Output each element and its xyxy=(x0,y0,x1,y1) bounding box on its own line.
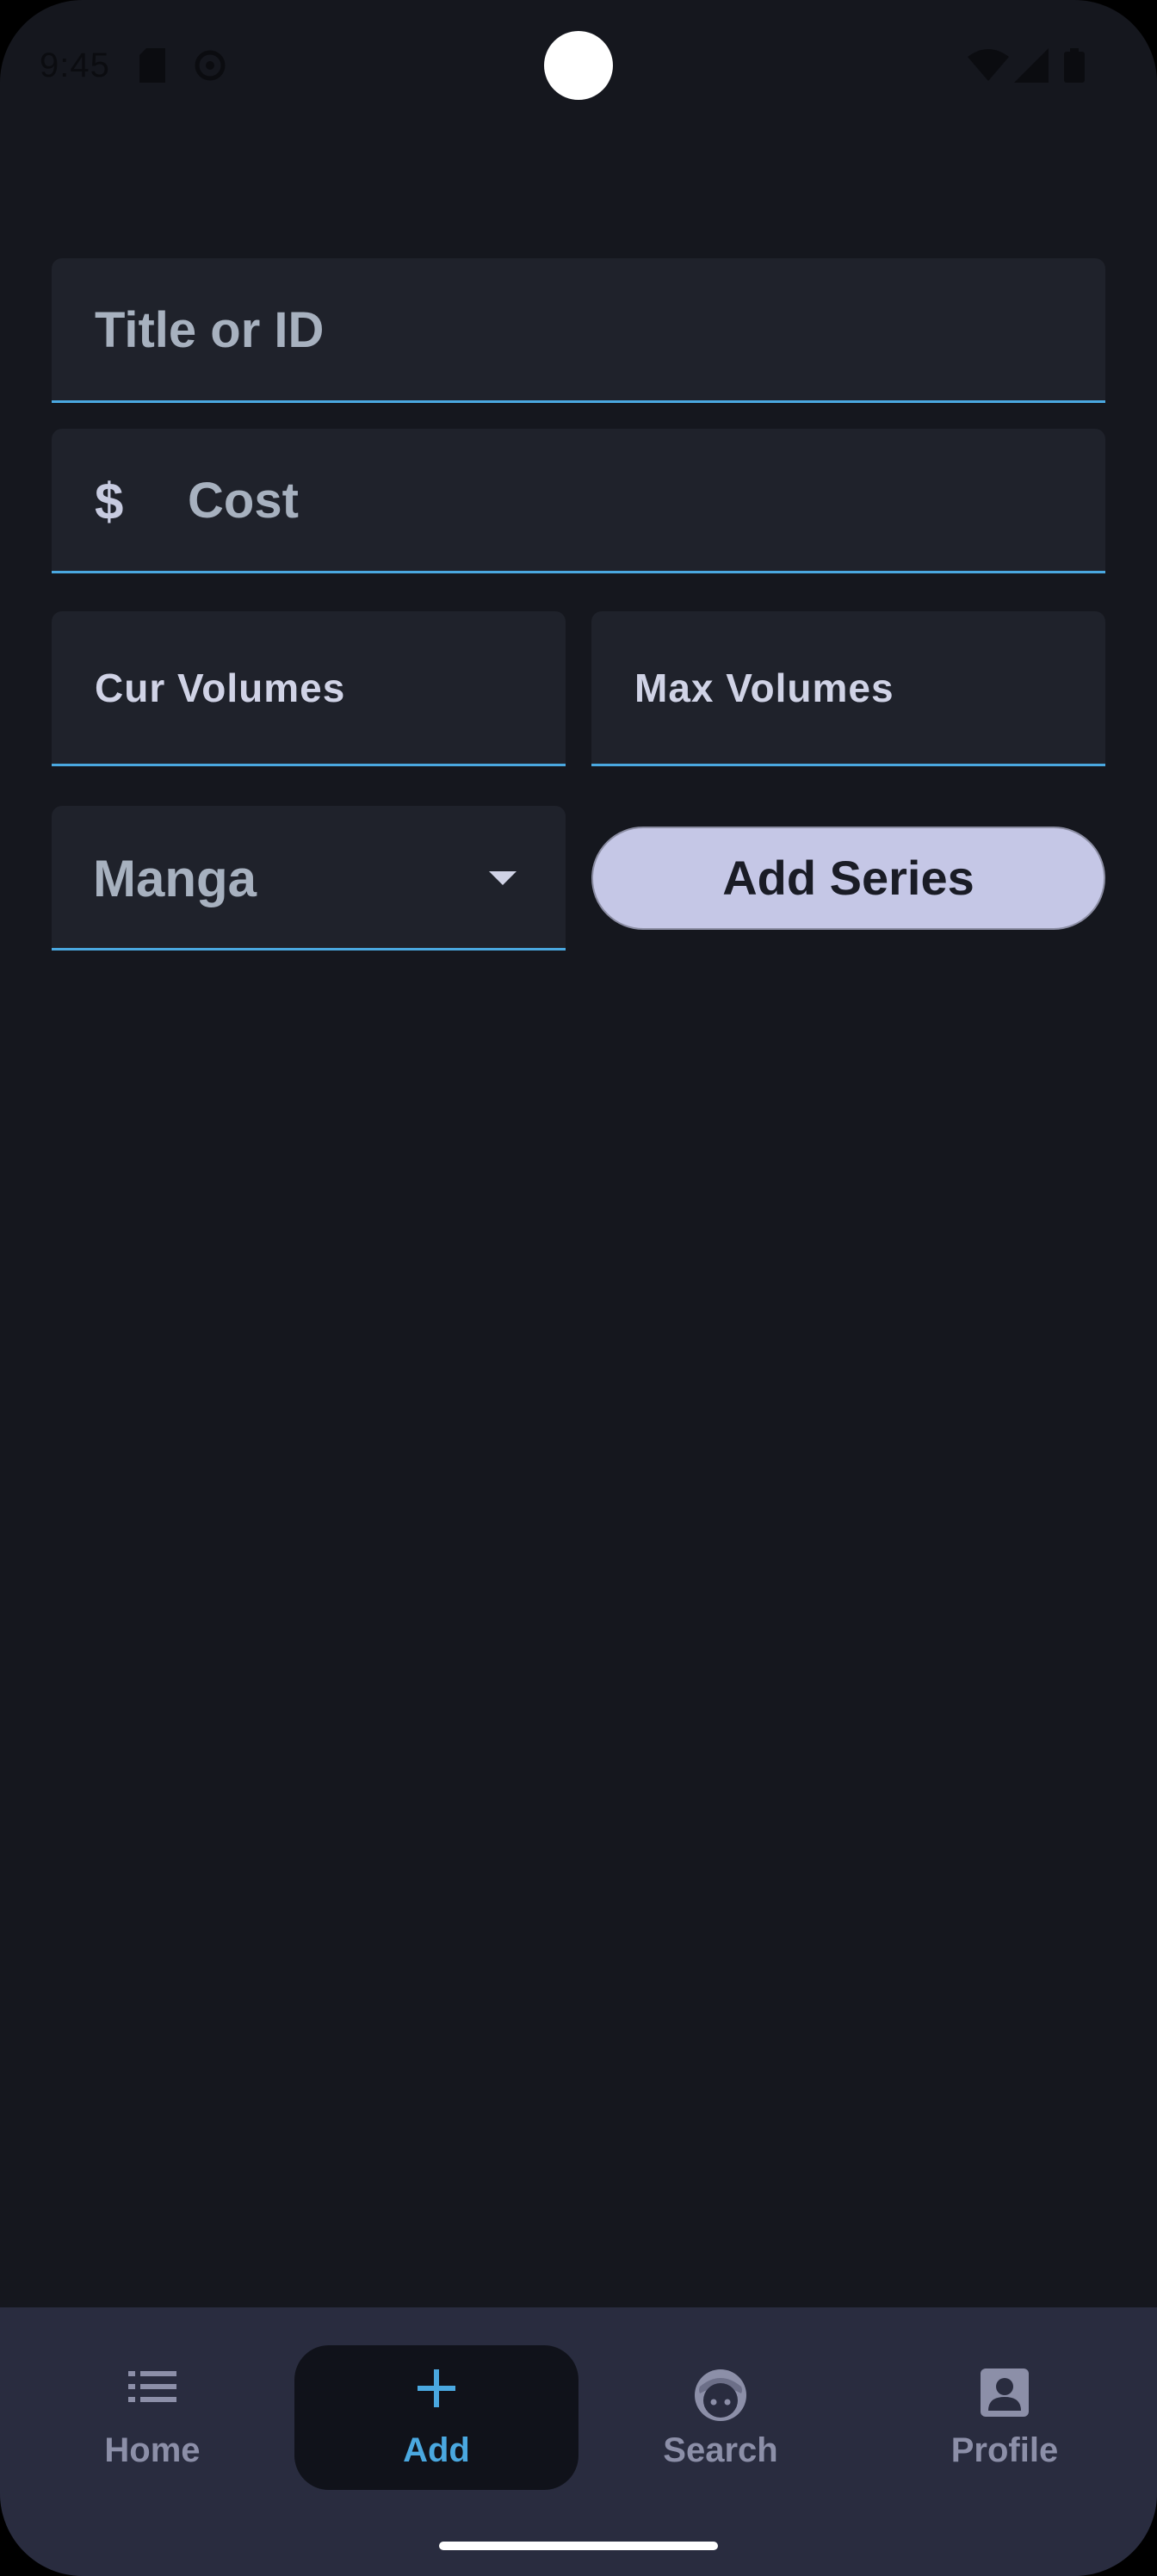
title-or-id-placeholder: Title or ID xyxy=(95,302,325,358)
max-volumes-input[interactable]: Max Volumes xyxy=(591,611,1105,766)
app-screen: 9:45 Title or ID $ Cost Cur Volumes Max … xyxy=(0,0,1157,2576)
cost-input[interactable]: $ Cost xyxy=(52,429,1105,573)
add-series-button[interactable]: Add Series xyxy=(591,827,1105,930)
wifi-icon xyxy=(968,48,1009,87)
dollar-prefix: $ xyxy=(95,473,124,530)
home-indicator[interactable] xyxy=(439,2542,718,2550)
signal-icon xyxy=(1014,48,1049,87)
list-icon xyxy=(127,2368,178,2410)
book-type-value: Manga xyxy=(93,850,257,907)
status-time: 9:45 xyxy=(40,46,110,84)
profile-icon xyxy=(980,2368,1030,2422)
battery-icon xyxy=(1064,48,1085,87)
status-bar: 9:45 xyxy=(0,0,1157,131)
cost-placeholder: Cost xyxy=(188,473,299,529)
cur-volumes-placeholder: Cur Volumes xyxy=(95,666,346,710)
sync-icon xyxy=(193,48,227,87)
cur-volumes-input[interactable]: Cur Volumes xyxy=(52,611,566,766)
nav-item-add[interactable]: Add xyxy=(294,2345,578,2490)
face-icon xyxy=(693,2368,748,2427)
nav-label-add: Add xyxy=(403,2431,470,2469)
book-type-dropdown[interactable]: Manga xyxy=(52,806,566,951)
bottom-navigation: Home Add Search Profile xyxy=(0,2307,1157,2576)
nav-label-search: Search xyxy=(663,2431,778,2469)
max-volumes-placeholder: Max Volumes xyxy=(634,666,894,710)
dropdown-arrow-icon xyxy=(489,871,517,885)
nav-label-profile: Profile xyxy=(950,2431,1059,2469)
camera-cutout xyxy=(544,31,613,100)
nav-label-home: Home xyxy=(104,2431,201,2469)
nav-item-home[interactable]: Home xyxy=(10,2345,294,2490)
sd-card-icon xyxy=(139,48,169,87)
nav-item-search[interactable]: Search xyxy=(578,2345,863,2490)
title-or-id-input[interactable]: Title or ID xyxy=(52,258,1105,403)
nav-item-profile[interactable]: Profile xyxy=(863,2345,1147,2490)
plus-icon xyxy=(416,2368,457,2413)
